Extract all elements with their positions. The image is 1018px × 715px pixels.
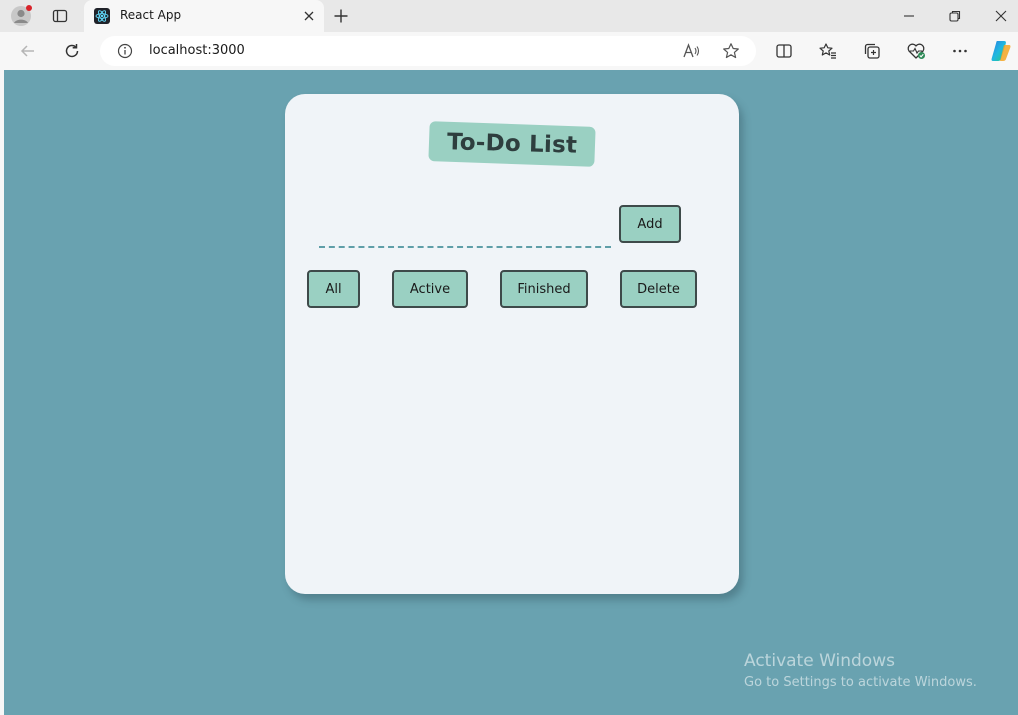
profile-avatar-icon[interactable] [10,5,32,27]
close-window-icon[interactable] [990,5,1012,27]
favorite-star-icon[interactable] [722,42,740,60]
watermark-title: Activate Windows [744,651,895,671]
split-screen-icon[interactable] [772,39,796,63]
windows-activation-watermark: Activate Windows Go to Settings to activ… [744,651,977,690]
close-tab-icon[interactable] [301,8,317,24]
browser-tab-bar: React App [0,0,1018,32]
more-options-icon[interactable] [948,39,972,63]
page-viewport: To-Do List Add All Active Finished Delet… [4,70,1018,715]
delete-button[interactable]: Delete [620,270,697,308]
tab-actions-icon[interactable] [49,5,71,27]
browser-tab[interactable]: React App [84,0,324,32]
read-aloud-icon[interactable] [682,42,700,60]
refresh-icon[interactable] [60,39,84,63]
site-info-icon[interactable] [117,43,133,59]
tab-title: React App [120,8,182,22]
filter-all-button[interactable]: All [307,270,360,308]
add-button[interactable]: Add [619,205,681,243]
copilot-icon[interactable] [989,39,1013,63]
address-bar[interactable]: localhost:3000 [100,36,756,66]
restore-icon[interactable] [944,5,966,27]
watermark-subtitle: Go to Settings to activate Windows. [744,675,977,690]
browser-toolbar: localhost:3000 [0,32,1018,70]
filter-finished-button[interactable]: Finished [500,270,588,308]
todo-input[interactable] [319,222,611,248]
filter-active-button[interactable]: Active [392,270,468,308]
back-arrow-icon[interactable] [16,39,40,63]
new-tab-icon[interactable] [330,5,352,27]
minimize-icon[interactable] [898,5,920,27]
favorites-icon[interactable] [816,39,840,63]
todo-card: To-Do List Add All Active Finished Delet… [285,94,739,594]
collections-icon[interactable] [860,39,884,63]
react-logo-icon [94,8,110,24]
browser-essentials-icon[interactable] [904,39,928,63]
title-banner: To-Do List [428,121,596,167]
url-text: localhost:3000 [149,43,245,58]
page-title: To-Do List [446,129,578,159]
